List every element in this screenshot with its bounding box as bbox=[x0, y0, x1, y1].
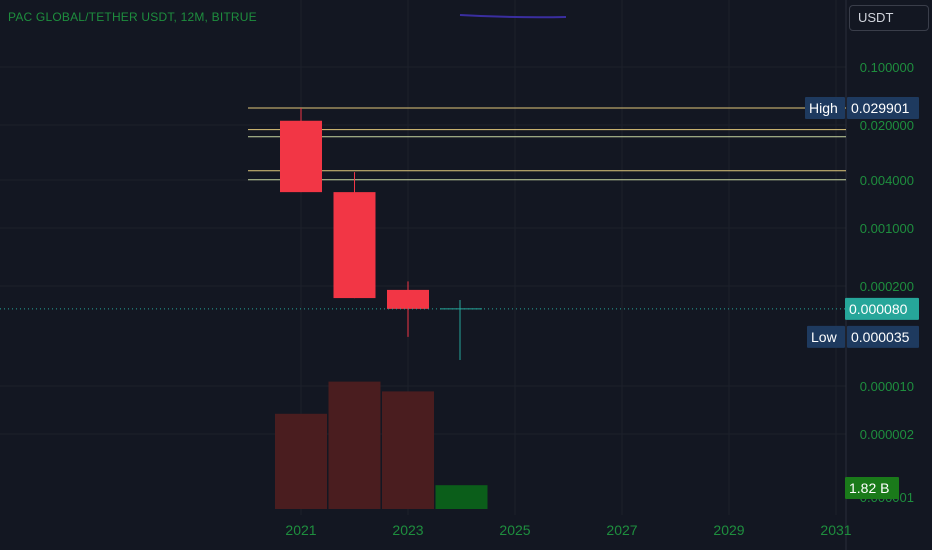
volume-bar bbox=[382, 391, 434, 509]
x-tick-label: 2023 bbox=[392, 522, 423, 538]
high-label-tag: High bbox=[805, 96, 845, 119]
candle-body bbox=[387, 289, 429, 309]
x-tick-label: 2021 bbox=[285, 522, 316, 538]
volume-tag: 1.82 B bbox=[845, 477, 899, 499]
low-label-tag: Low bbox=[807, 325, 845, 348]
price-chart[interactable]: 0.100000 0.020000 0.004000 0.001000 0.000200… bbox=[0, 0, 932, 550]
candle-body bbox=[280, 120, 322, 193]
volume-bar bbox=[435, 485, 488, 509]
y-tick-label: 0.000010 bbox=[860, 379, 914, 394]
low-value-tag: 0.000035 bbox=[847, 325, 919, 348]
x-tick-label: 2031 bbox=[820, 522, 851, 538]
x-tick-label: 2025 bbox=[499, 522, 530, 538]
volume-tag-text: 1.82 B bbox=[849, 480, 889, 496]
x-tick-label: 2029 bbox=[713, 522, 744, 538]
low-label-tag-text: Low bbox=[811, 329, 838, 345]
low-value-tag-text: 0.000035 bbox=[851, 329, 910, 345]
x-tick-label: 2027 bbox=[606, 522, 637, 538]
drawing-line bbox=[459, 14, 567, 19]
y-tick-label: 0.001000 bbox=[860, 221, 914, 236]
y-tick-label: 0.000002 bbox=[860, 427, 914, 442]
last-price-tag-text: 0.000080 bbox=[849, 301, 908, 317]
high-value-tag-text: 0.029901 bbox=[851, 100, 910, 116]
y-tick-label: 0.100000 bbox=[860, 60, 914, 75]
y-tick-label: 0.020000 bbox=[860, 118, 914, 133]
volume-bar bbox=[275, 413, 327, 509]
y-tick-label: 0.000200 bbox=[860, 279, 914, 294]
last-price-tag: 0.000080 bbox=[845, 297, 919, 320]
high-value-tag: 0.029901 bbox=[847, 96, 919, 119]
candle-body bbox=[333, 192, 376, 299]
volume-bar bbox=[328, 381, 381, 509]
y-tick-label: 0.004000 bbox=[860, 173, 914, 188]
high-label-tag-text: High bbox=[809, 100, 838, 116]
